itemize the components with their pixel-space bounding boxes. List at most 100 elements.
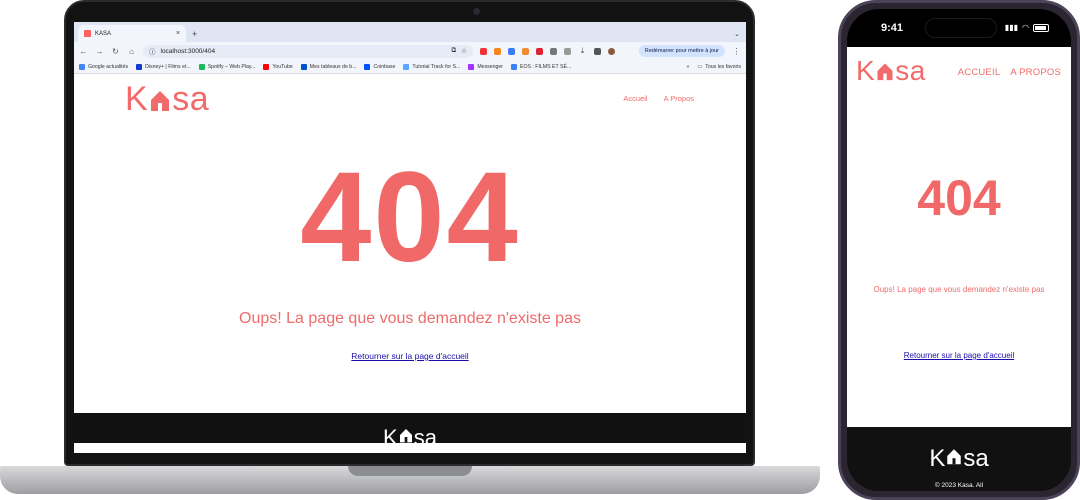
bookmarks-right: » ▭ Tous les favoris xyxy=(686,64,741,70)
house-icon xyxy=(877,63,893,81)
home-link[interactable]: Retourner sur la page d'accueil xyxy=(74,351,746,361)
all-bookmarks-folder[interactable]: ▭ Tous les favoris xyxy=(697,64,741,70)
bookmark-favicon-icon xyxy=(198,63,205,70)
logo-letter-k: K xyxy=(125,80,149,118)
install-icon[interactable]: ⧉ xyxy=(452,47,457,55)
bookmark-star-icon[interactable]: ☆ xyxy=(461,47,467,55)
profile-avatar[interactable] xyxy=(608,47,615,55)
mockup-stage: KASA × + ⌄ ← → ↻ ⌂ ⓘ localhost:3000/404 … xyxy=(0,0,1080,500)
signal-icon: ▮▮▮ xyxy=(1004,23,1019,32)
error-code: 404 xyxy=(917,170,1001,226)
battery-icon xyxy=(1033,23,1049,32)
site-footer: K sa © 2023 Kasa. All xyxy=(847,427,1071,491)
bookmark-label: YouTube xyxy=(272,63,293,70)
dynamic-island xyxy=(925,18,997,38)
bookmark-favicon-icon xyxy=(79,63,85,70)
bookmark-label: Coinbase xyxy=(373,63,396,70)
extension-icon[interactable] xyxy=(550,47,557,55)
status-bar: 9:41 ▮▮▮ ◠ xyxy=(847,9,1071,47)
bookmark-label: EOS : FILMS ET SÉ... xyxy=(520,63,572,70)
side-panel-icon[interactable] xyxy=(594,47,601,55)
extension-icon[interactable] xyxy=(522,47,529,55)
phone-frame: 9:41 ▮▮▮ ◠ K sa ACCUEIL A PROPOS 404 Oup… xyxy=(838,0,1080,500)
metamask-extension-icon[interactable] xyxy=(494,47,501,55)
house-icon xyxy=(151,90,170,111)
home-icon[interactable]: ⌂ xyxy=(127,47,136,56)
bookmarks-more-icon[interactable]: » xyxy=(686,64,689,70)
webcam xyxy=(473,8,480,15)
address-bar[interactable]: ⓘ localhost:3000/404 ⧉ ☆ xyxy=(143,44,473,58)
bookmark-item[interactable]: Messenger xyxy=(468,63,504,70)
site-info-icon[interactable]: ⓘ xyxy=(149,46,156,56)
status-time: 9:41 xyxy=(881,22,904,34)
bookmark-item[interactable]: Disney+ | Films et... xyxy=(136,63,191,70)
kasa-favicon-icon xyxy=(84,30,91,37)
laptop-trackpad-notch xyxy=(348,466,472,476)
address-url: localhost:3000/404 xyxy=(160,47,216,55)
restart-update-button[interactable]: Redémarrer pour mettre à jour xyxy=(638,45,725,57)
desktop-nav: Accueil A Propos xyxy=(623,94,694,103)
house-icon xyxy=(399,429,412,443)
opera-extension-icon[interactable] xyxy=(480,47,487,55)
extensions-puzzle-icon[interactable] xyxy=(564,47,571,55)
nav-accueil[interactable]: Accueil xyxy=(623,94,647,103)
bookmark-item[interactable]: EOS : FILMS ET SÉ... xyxy=(511,63,572,70)
close-tab-icon[interactable]: × xyxy=(176,30,180,37)
kasa-logo[interactable]: K sa xyxy=(856,55,926,87)
bookmark-label: Tutorial Track for S... xyxy=(412,63,461,70)
nav-accueil[interactable]: ACCUEIL xyxy=(958,67,1001,78)
folder-icon: ▭ xyxy=(697,63,703,70)
bookmark-item[interactable]: Coinbase xyxy=(364,63,396,70)
bookmark-label: Mes tableaux de b... xyxy=(309,63,357,70)
bookmark-favicon-icon xyxy=(136,63,143,70)
extension-icon[interactable] xyxy=(508,47,515,55)
bookmark-item[interactable]: Tutorial Track for S... xyxy=(403,63,461,70)
bookmark-favicon-icon xyxy=(468,63,475,70)
all-bookmarks-label: Tous les favoris xyxy=(705,63,741,70)
bookmark-favicon-icon xyxy=(511,63,518,70)
tab-search-icon[interactable]: ⌄ xyxy=(734,30,740,38)
browser-tab[interactable]: KASA × xyxy=(78,25,186,42)
phone-screen: 9:41 ▮▮▮ ◠ K sa ACCUEIL A PROPOS 404 Oup… xyxy=(847,9,1071,491)
error-message: Oups! La page que vous demandez n'existe… xyxy=(239,310,581,327)
bookmark-item[interactable]: YouTube xyxy=(263,63,293,70)
logo-letters-sa: sa xyxy=(963,445,989,472)
browser-toolbar: ← → ↻ ⌂ ⓘ localhost:3000/404 ⧉ ☆ ⤓ Redém… xyxy=(74,42,746,60)
laptop-screen: KASA × + ⌄ ← → ↻ ⌂ ⓘ localhost:3000/404 … xyxy=(74,22,746,453)
back-icon[interactable]: ← xyxy=(79,47,88,56)
wifi-icon: ◠ xyxy=(1022,23,1029,32)
site-footer: K sa xyxy=(74,413,746,443)
logo-letters-sa: sa xyxy=(895,55,926,86)
nav-a-propos[interactable]: A PROPOS xyxy=(1010,67,1061,78)
bookmark-item[interactable]: Mes tableaux de b... xyxy=(300,63,357,70)
error-message: Oups! La page que vous demandez n'existe… xyxy=(873,285,1045,294)
logo-letters-sa: sa xyxy=(172,80,210,118)
status-icons: ▮▮▮ ◠ xyxy=(1005,23,1049,32)
bookmark-item[interactable]: Google actualités xyxy=(79,63,128,70)
bookmark-favicon-icon xyxy=(300,63,307,70)
mobile-nav: ACCUEIL A PROPOS xyxy=(958,67,1061,78)
bookmarks-bar: Google actualités Disney+ | Films et... Sp… xyxy=(74,60,746,74)
browser-menu-icon[interactable]: ⋮ xyxy=(732,47,741,56)
logo-letter-k: K xyxy=(383,425,398,443)
logo-letter-k: K xyxy=(856,55,876,86)
error-code: 404 xyxy=(300,146,520,289)
kasa-page-desktop: K sa Accueil A Propos 404 Oups! La page … xyxy=(74,74,746,443)
logo-letter-k: K xyxy=(929,445,946,472)
bookmark-item[interactable]: Spotify – Web Play... xyxy=(198,63,256,70)
bookmark-label: Spotify – Web Play... xyxy=(207,63,256,70)
logo-letters-sa: sa xyxy=(413,425,437,443)
tab-title: KASA xyxy=(95,30,112,37)
nav-a-propos[interactable]: A Propos xyxy=(664,94,694,103)
kasa-logo[interactable]: K sa xyxy=(125,80,209,119)
bookmark-favicon-icon xyxy=(403,63,410,70)
browser-tabbar: KASA × + ⌄ xyxy=(74,22,746,42)
download-icon[interactable]: ⤓ xyxy=(578,46,587,56)
home-link[interactable]: Retourner sur la page d'accueil xyxy=(847,351,1071,360)
new-tab-button[interactable]: + xyxy=(192,29,197,39)
forward-icon[interactable]: → xyxy=(95,47,104,56)
bookmark-label: Messenger xyxy=(477,63,504,70)
extension-icon[interactable] xyxy=(536,47,543,55)
kasa-page-mobile: K sa ACCUEIL A PROPOS 404 Oups! La page … xyxy=(847,47,1071,427)
reload-icon[interactable]: ↻ xyxy=(111,47,120,56)
